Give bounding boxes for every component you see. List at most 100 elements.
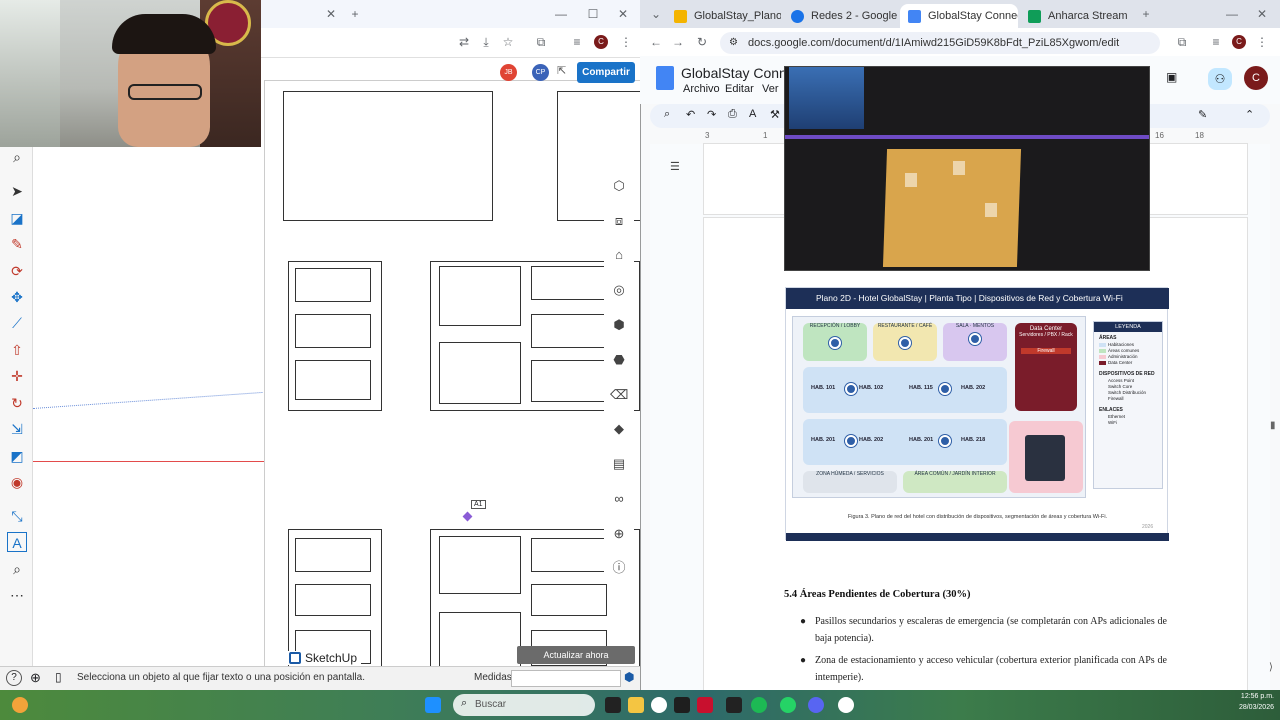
search-menus-icon[interactable]: ⌕	[664, 108, 670, 121]
tags-icon[interactable]: ⬣	[610, 351, 628, 369]
instructor-icon[interactable]: ⌂	[610, 246, 628, 264]
print-icon[interactable]: ⎙	[728, 108, 737, 121]
menu-dots-icon[interactable]: ⋮	[616, 28, 636, 56]
plan-bed[interactable]	[531, 360, 611, 402]
globe-icon[interactable]: ⊕	[30, 670, 41, 686]
move-icon[interactable]: ✛	[7, 366, 27, 386]
globe-icon[interactable]: ⊕	[610, 525, 628, 543]
chrome-icon[interactable]	[651, 697, 667, 713]
meet-video-overlay[interactable]	[784, 66, 1150, 271]
measures-input[interactable]	[511, 670, 621, 687]
redo-icon[interactable]: ↷	[707, 108, 716, 121]
more-icon[interactable]: ⋯	[7, 585, 27, 605]
text-tag[interactable]: A1	[471, 500, 486, 509]
account-avatar[interactable]: C	[1244, 66, 1268, 90]
update-now-button[interactable]: Actualizar ahora	[517, 646, 635, 664]
plan-room[interactable]	[283, 91, 493, 221]
install-icon[interactable]: ⤓	[476, 28, 496, 56]
help-icon[interactable]: ?	[6, 670, 22, 686]
clock-time[interactable]: 12:56 p.m.	[1224, 693, 1274, 700]
settings-icon[interactable]	[674, 697, 690, 713]
plan-bed[interactable]	[439, 536, 521, 594]
plan-bed[interactable]	[295, 314, 371, 348]
explore-icon[interactable]: ⟩	[1269, 662, 1273, 673]
display-icon[interactable]: ∞	[610, 490, 628, 508]
rotate-icon[interactable]: ↻	[7, 393, 27, 413]
plan-bed[interactable]	[439, 266, 521, 326]
tab-close-icon[interactable]: ✕	[321, 0, 341, 28]
eraser-icon[interactable]: ⌫	[610, 386, 628, 404]
forward-icon[interactable]: →	[668, 28, 688, 56]
scenes-icon[interactable]: ▤	[610, 455, 628, 473]
new-tab-icon[interactable]: +	[1136, 0, 1156, 28]
menu-editar[interactable]: Editar	[725, 83, 754, 95]
url-field[interactable]: ⚙ docs.google.com/document/d/1IAmiwd215G…	[720, 32, 1160, 54]
menu-dots-icon[interactable]: ⋮	[1252, 28, 1272, 56]
app-icon[interactable]	[697, 697, 713, 713]
undo-icon[interactable]: ↶	[686, 108, 695, 121]
media-icon[interactable]: ≡	[567, 28, 587, 56]
paint-icon[interactable]: ◉	[7, 472, 27, 492]
select-arrow-icon[interactable]: ➤	[7, 181, 27, 201]
plan-bed[interactable]	[295, 268, 371, 302]
meet-icon[interactable]: ▣	[1166, 70, 1177, 84]
text-tool-icon[interactable]: A	[7, 532, 27, 552]
outline-icon[interactable]: ☰	[670, 160, 680, 173]
zoom-icon[interactable]: ⌕	[7, 559, 27, 579]
plan-bed[interactable]	[295, 360, 371, 400]
styles-icon[interactable]: ⬢	[610, 316, 628, 334]
paint-format-icon[interactable]: ⚒	[770, 108, 780, 121]
minimize-icon[interactable]: —	[1222, 0, 1242, 28]
spotify-icon[interactable]	[751, 697, 767, 713]
close-window-icon[interactable]: ✕	[1252, 0, 1272, 28]
profile-avatar[interactable]: C	[594, 35, 608, 49]
network-plan-figure[interactable]: Plano 2D - Hotel GlobalStay | Planta Tip…	[785, 287, 1169, 541]
components-icon[interactable]: ⧈	[610, 212, 628, 230]
menu-ver[interactable]: Ver	[762, 83, 779, 95]
clock-date[interactable]: 28/03/2026	[1224, 704, 1274, 711]
tab-globalstay-plano[interactable]: GlobalStay_Plano2D	[666, 4, 781, 28]
layout-paper[interactable]: A1 SketchUp Actualizar ahora	[264, 80, 640, 669]
collaborator-avatar[interactable]: JB	[500, 64, 517, 81]
spellcheck-icon[interactable]: A	[749, 108, 756, 120]
search-icon[interactable]: ⌕	[7, 147, 27, 167]
docs-logo-icon[interactable]	[656, 66, 674, 90]
cursor-icon[interactable]: ⇱	[557, 64, 566, 77]
section-heading[interactable]: 5.4 Áreas Pendientes de Cobertura (30%)	[784, 589, 970, 600]
entity-info-icon[interactable]: ⬡	[610, 177, 628, 195]
file-explorer-icon[interactable]	[628, 697, 644, 713]
discord-icon[interactable]	[808, 697, 824, 713]
extensions-icon[interactable]: ⧉	[1172, 28, 1192, 56]
editing-mode-icon[interactable]: ✎	[1198, 108, 1207, 121]
taskbar-search[interactable]: ⌕ Buscar	[453, 694, 595, 716]
back-icon[interactable]: ←	[646, 28, 666, 56]
chrome-active-icon[interactable]	[838, 697, 854, 713]
bullet-item[interactable]: ● Pasillos secundarios y escaleras de em…	[800, 613, 1167, 647]
tab-globalstay-connect[interactable]: GlobalStay Connec	[900, 4, 1018, 28]
collaborator-avatar[interactable]: CP	[532, 64, 549, 81]
site-info-icon[interactable]: ⚙	[729, 32, 738, 54]
collapse-icon[interactable]: ⌃	[1245, 108, 1254, 121]
plan-bed[interactable]	[295, 584, 371, 616]
app-icon[interactable]	[726, 697, 742, 713]
offset-icon[interactable]: ◩	[7, 446, 27, 466]
plan-bed[interactable]	[295, 538, 371, 572]
close-window-icon[interactable]: ✕	[613, 0, 633, 28]
plan-bed[interactable]	[531, 584, 607, 616]
media-icon[interactable]: ≡	[1206, 28, 1226, 56]
pencil-icon[interactable]: ✎	[7, 234, 27, 254]
minimize-icon[interactable]: —	[551, 0, 571, 28]
plan-bed[interactable]	[531, 314, 611, 348]
whatsapp-icon[interactable]	[780, 697, 796, 713]
eraser-icon[interactable]: ◪	[7, 208, 27, 228]
profile-avatar[interactable]: C	[1232, 35, 1246, 49]
plan-bed[interactable]	[439, 342, 521, 404]
pan-icon[interactable]: ✥	[7, 287, 27, 307]
menu-archivo[interactable]: Archivo	[683, 83, 720, 95]
scale-icon[interactable]: ⇲	[7, 419, 27, 439]
bookmark-star-icon[interactable]: ☆	[498, 28, 518, 56]
tape-icon[interactable]: ⤡	[7, 506, 27, 526]
materials-icon[interactable]: ◎	[610, 281, 628, 299]
extensions-icon[interactable]: ⧉	[531, 28, 551, 56]
plan-bed[interactable]	[531, 266, 611, 300]
